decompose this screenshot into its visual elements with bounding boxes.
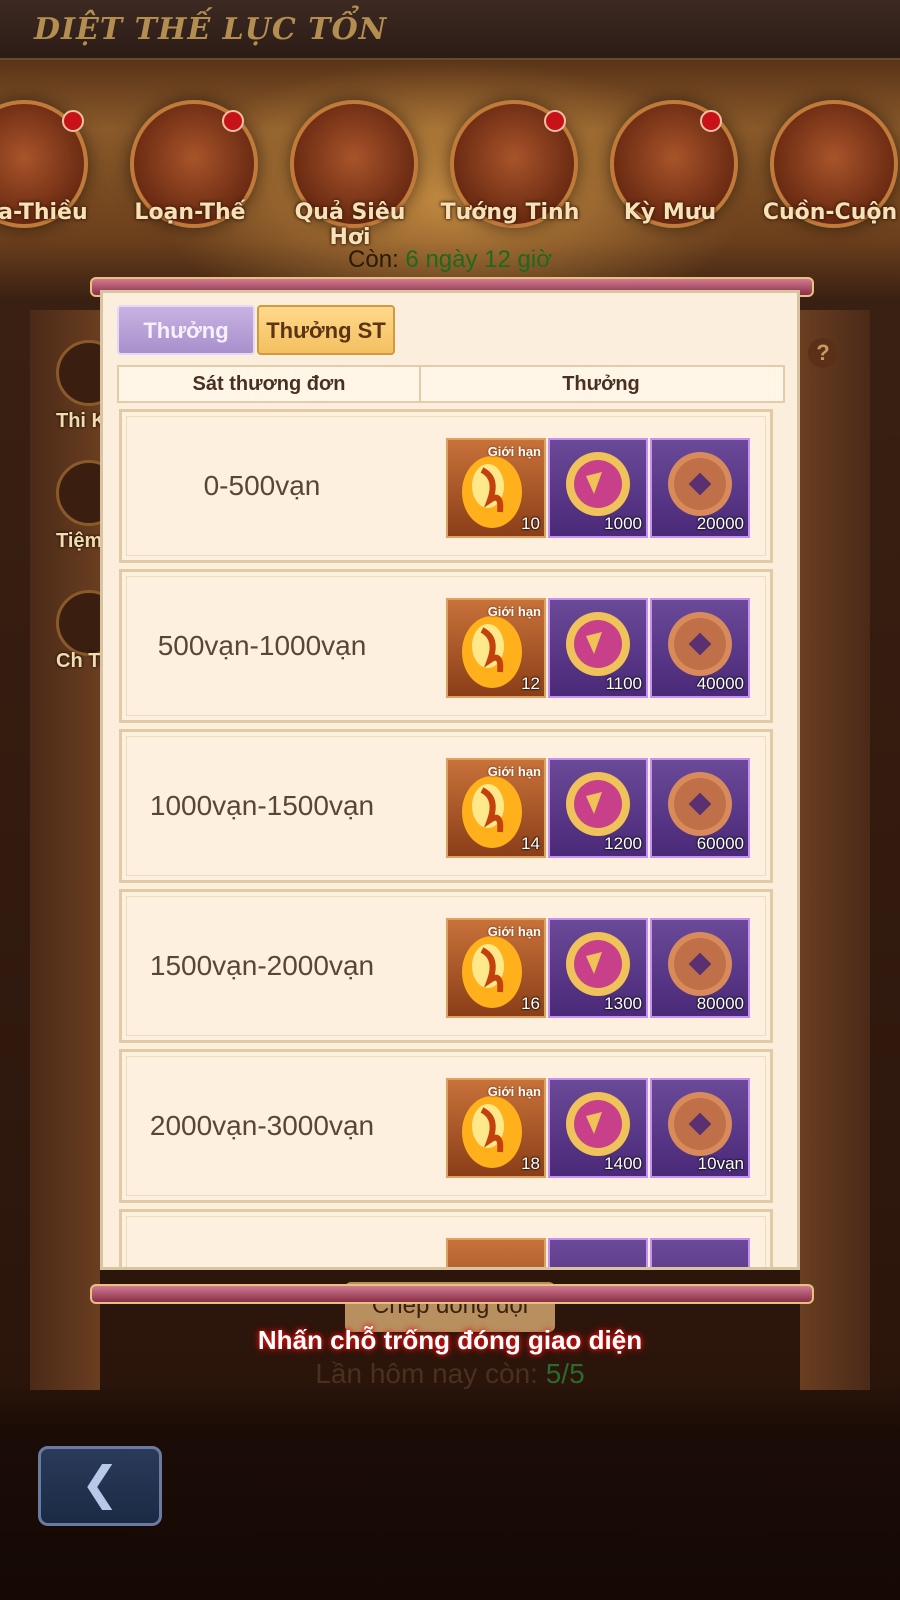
reward-item-coin[interactable]: 80000 — [650, 918, 750, 1018]
reward-item-gem[interactable]: Giới hạn 16 — [446, 918, 546, 1018]
remaining-attempts: Lần hôm nay còn: 5/5 — [0, 1358, 900, 1390]
table-header: Sát thương đơn Thưởng — [117, 365, 785, 403]
damage-range: 1000vạn-1500vạn — [149, 790, 375, 821]
item-quantity: 12 — [521, 674, 540, 693]
hero-label-4: Tướng Tinh — [440, 200, 580, 225]
timer-value: 6 ngày 12 giờ — [405, 246, 552, 273]
item-quantity: 1100 — [605, 674, 642, 693]
scroll-rod-bottom — [90, 1284, 814, 1304]
damage-range: 2000vạn-3000vạn — [149, 1110, 375, 1141]
item-quantity: 14 — [521, 834, 540, 853]
reward-item-coin[interactable]: 20000 — [650, 438, 750, 538]
header-damage: Sát thương đơn — [119, 367, 421, 401]
reward-item-medal[interactable] — [548, 1238, 648, 1267]
item-quantity: 10 — [521, 514, 540, 533]
damage-range: 1500vạn-2000vạn — [149, 950, 375, 981]
damage-range: 500vạn-1000vạn — [157, 630, 367, 661]
hero-label-1: ba-Thiều — [0, 200, 88, 225]
reward-item-gem[interactable]: Giới hạn 12 — [446, 598, 546, 698]
item-quantity: 1400 — [604, 1154, 642, 1173]
reward-dialog: Thưởng điểm Thưởng ST Sát thương đơn Thư… — [100, 290, 800, 1270]
notification-dot — [544, 110, 566, 132]
reward-item-coin[interactable] — [650, 1238, 750, 1267]
reward-row: 1000vạn-1500vạn Giới hạn 14 1200 60000 — [119, 729, 773, 883]
item-quantity: 18 — [521, 1154, 540, 1173]
item-quantity: 1300 — [604, 994, 642, 1013]
header-reward: Thưởng — [562, 373, 640, 395]
reward-item-gem[interactable] — [446, 1238, 546, 1267]
reward-item-coin[interactable]: 10vạn — [650, 1078, 750, 1178]
reward-row: 500vạn-1000vạn Giới hạn 12 1100 40000 — [119, 569, 773, 723]
reward-item-medal[interactable]: 1400 — [548, 1078, 648, 1178]
hero-label-6: Cuồn-Cuộn — [762, 200, 898, 225]
reward-item-coin[interactable]: 60000 — [650, 758, 750, 858]
item-quantity: 1200 — [604, 834, 642, 853]
reward-row: 1500vạn-2000vạn Giới hạn 16 1300 80000 — [119, 889, 773, 1043]
reward-item-gem[interactable]: Giới hạn 10 — [446, 438, 546, 538]
limit-badge: Giới hạn — [487, 924, 541, 939]
side-menu-label: Tiệm — [56, 530, 103, 552]
reward-item-coin[interactable]: 40000 — [650, 598, 750, 698]
item-quantity: 40000 — [696, 674, 744, 693]
limit-badge: Giới hạn — [487, 604, 541, 619]
item-quantity: 16 — [521, 994, 540, 1013]
reward-row: 0-500vạn Giới hạn 10 1000 20000 — [119, 409, 773, 563]
back-button[interactable]: ❮ — [38, 1446, 162, 1526]
item-quantity: 60000 — [696, 834, 744, 853]
damage-range: 0-500vạn — [203, 470, 321, 501]
notification-dot — [700, 110, 722, 132]
hero-label-3: Quả Siêu Hơi — [294, 200, 406, 250]
item-quantity: 80000 — [696, 994, 744, 1013]
reward-row: 2000vạn-3000vạn Giới hạn 18 1400 10vạn — [119, 1049, 773, 1203]
hero-label-2: Loạn-Thế — [134, 200, 246, 225]
notification-dot — [62, 110, 84, 132]
event-timer: Còn: 6 ngày 12 giờ — [0, 246, 900, 274]
reward-row — [119, 1209, 773, 1267]
reward-item-medal[interactable]: 1200 — [548, 758, 648, 858]
game-title: DIỆT THẾ LỤC TỔN — [34, 12, 388, 47]
tab-points-reward[interactable]: Thưởng điểm — [117, 305, 255, 391]
item-quantity: 20000 — [696, 514, 744, 533]
item-quantity: 1000 — [604, 514, 642, 533]
tab-damage-reward[interactable]: Thưởng ST — [257, 305, 395, 355]
reward-item-gem[interactable]: Giới hạn 18 — [446, 1078, 546, 1178]
notification-dot — [222, 110, 244, 132]
reward-item-medal[interactable]: 1000 — [548, 438, 648, 538]
reward-item-medal[interactable]: 1100 — [548, 598, 648, 698]
reward-item-medal[interactable]: 1300 — [548, 918, 648, 1018]
timer-label: Còn: — [348, 246, 399, 273]
limit-badge: Giới hạn — [487, 764, 541, 779]
close-hint[interactable]: Nhấn chỗ trống đóng giao diện — [0, 1325, 900, 1356]
item-quantity: 10vạn — [697, 1154, 744, 1173]
hero-label-5: Kỳ Mưu — [623, 200, 717, 225]
back-arrow-icon: ❮ — [80, 1457, 120, 1509]
right-side-panel — [800, 310, 870, 1390]
reward-item-gem[interactable]: Giới hạn 14 — [446, 758, 546, 858]
remaining-label: Lần hôm nay còn: — [315, 1358, 538, 1389]
limit-badge: Giới hạn — [487, 444, 541, 459]
remaining-value: 5/5 — [545, 1358, 585, 1389]
limit-badge: Giới hạn — [487, 1084, 541, 1099]
help-icon[interactable]: ? — [808, 338, 838, 368]
